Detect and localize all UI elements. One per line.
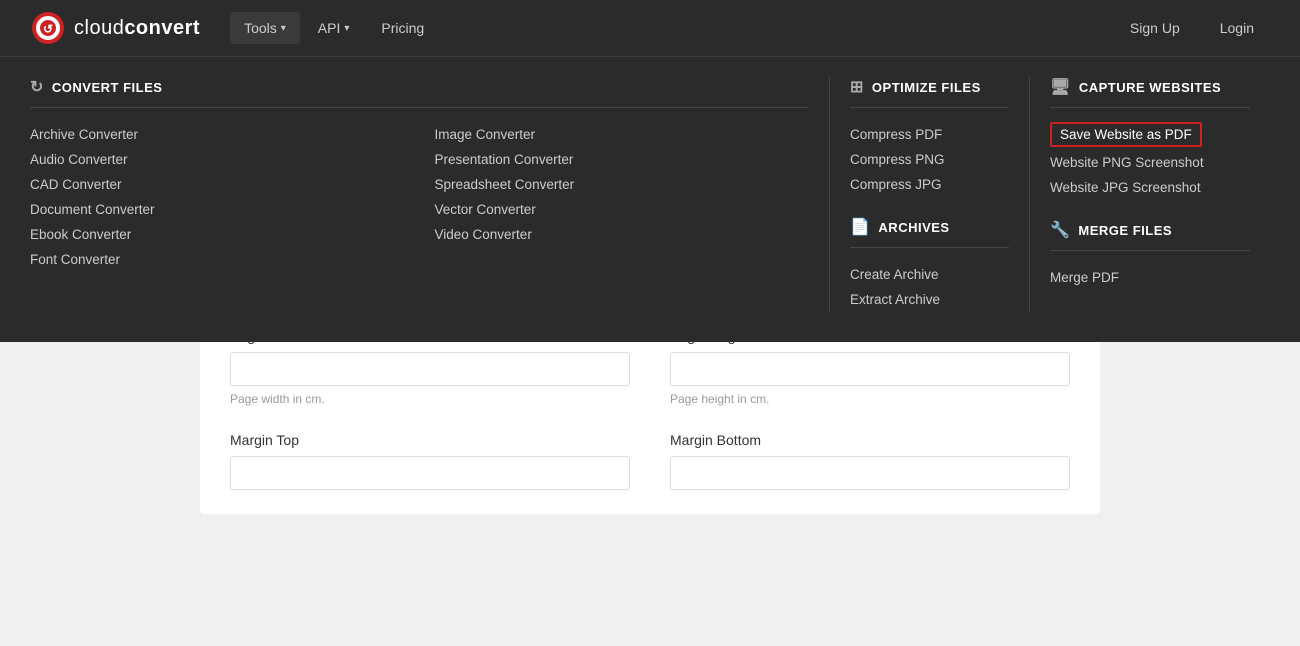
ebook-converter-link[interactable]: Ebook Converter (30, 222, 405, 247)
capture-websites-header: 🖥 CAPTURE WEBSITES (1050, 77, 1250, 108)
compress-jpg-link[interactable]: Compress JPG (850, 172, 1009, 197)
extract-archive-link[interactable]: Extract Archive (850, 287, 1009, 312)
convert-files-header: ↻ CONVERT FILES (30, 77, 809, 108)
optimize-files-header: ⊞ OPTIMIZE FILES (850, 77, 1009, 108)
font-converter-link[interactable]: Font Converter (30, 247, 405, 272)
page-width-input[interactable] (230, 352, 630, 386)
document-converter-link[interactable]: Document Converter (30, 197, 405, 222)
archives-header: 📄 ARCHIVES (850, 217, 1009, 248)
api-menu-item[interactable]: API ▾ (304, 12, 364, 44)
mega-menu: ↻ CONVERT FILES Archive Converter Audio … (0, 56, 1300, 342)
cad-converter-link[interactable]: CAD Converter (30, 172, 405, 197)
merge-pdf-link[interactable]: Merge PDF (1050, 265, 1250, 290)
convert-cols: Archive Converter Audio Converter CAD Co… (30, 122, 809, 272)
save-website-pdf-link[interactable]: Save Website as PDF (1050, 122, 1202, 147)
merge-files-header: 🔧 MERGE FILES (1050, 220, 1250, 251)
spreadsheet-converter-link[interactable]: Spreadsheet Converter (435, 172, 810, 197)
options-row-3: Margin Top Margin Bottom (230, 432, 1070, 490)
video-converter-link[interactable]: Video Converter (435, 222, 810, 247)
tools-menu-item[interactable]: Tools ▾ (230, 12, 300, 44)
create-archive-link[interactable]: Create Archive (850, 262, 1009, 287)
login-button[interactable]: Login (1204, 13, 1270, 43)
menu-section-optimize: ⊞ OPTIMIZE FILES Compress PDF Compress P… (830, 77, 1030, 312)
presentation-converter-link[interactable]: Presentation Converter (435, 147, 810, 172)
archive-converter-link[interactable]: Archive Converter (30, 122, 405, 147)
compress-pdf-link[interactable]: Compress PDF (850, 122, 1009, 147)
convert-icon: ↻ (30, 77, 44, 97)
margin-top-input[interactable] (230, 456, 630, 490)
capture-icon: 🖥 (1050, 77, 1071, 97)
margin-bottom-group: Margin Bottom (670, 432, 1070, 490)
page-height-hint: Page height in cm. (670, 391, 1070, 408)
navbar-actions: Sign Up Login (1114, 13, 1270, 43)
compress-png-link[interactable]: Compress PNG (850, 147, 1009, 172)
page-height-input[interactable] (670, 352, 1070, 386)
website-png-screenshot-link[interactable]: Website PNG Screenshot (1050, 150, 1250, 175)
audio-converter-link[interactable]: Audio Converter (30, 147, 405, 172)
navbar-menu: Tools ▾ API ▾ Pricing (230, 12, 1114, 44)
image-converter-link[interactable]: Image Converter (435, 122, 810, 147)
vector-converter-link[interactable]: Vector Converter (435, 197, 810, 222)
menu-section-capture: 🖥 CAPTURE WEBSITES Save Website as PDF W… (1030, 77, 1270, 312)
pricing-menu-item[interactable]: Pricing (367, 12, 438, 44)
margin-top-label: Margin Top (230, 432, 630, 448)
margin-bottom-input[interactable] (670, 456, 1070, 490)
signup-button[interactable]: Sign Up (1114, 13, 1196, 43)
convert-col1: Archive Converter Audio Converter CAD Co… (30, 122, 405, 272)
merge-icon: 🔧 (1050, 220, 1070, 240)
menu-section-convert: ↻ CONVERT FILES Archive Converter Audio … (30, 77, 830, 312)
margin-top-group: Margin Top (230, 432, 630, 490)
svg-text:↺: ↺ (43, 22, 53, 36)
logo[interactable]: ↺ cloudconvert (30, 10, 200, 46)
api-chevron-icon: ▾ (344, 23, 349, 34)
navbar: ↺ cloudconvert Tools ▾ API ▾ Pricing Sig… (0, 0, 1300, 56)
logo-text: cloudconvert (74, 17, 200, 40)
page-width-hint: Page width in cm. (230, 391, 630, 408)
optimize-icon: ⊞ (850, 77, 864, 97)
tools-chevron-icon: ▾ (281, 23, 286, 34)
website-jpg-screenshot-link[interactable]: Website JPG Screenshot (1050, 175, 1250, 200)
archives-icon: 📄 (850, 217, 870, 237)
margin-bottom-label: Margin Bottom (670, 432, 1070, 448)
logo-icon: ↺ (30, 10, 66, 46)
convert-col2: Image Converter Presentation Converter S… (435, 122, 810, 272)
